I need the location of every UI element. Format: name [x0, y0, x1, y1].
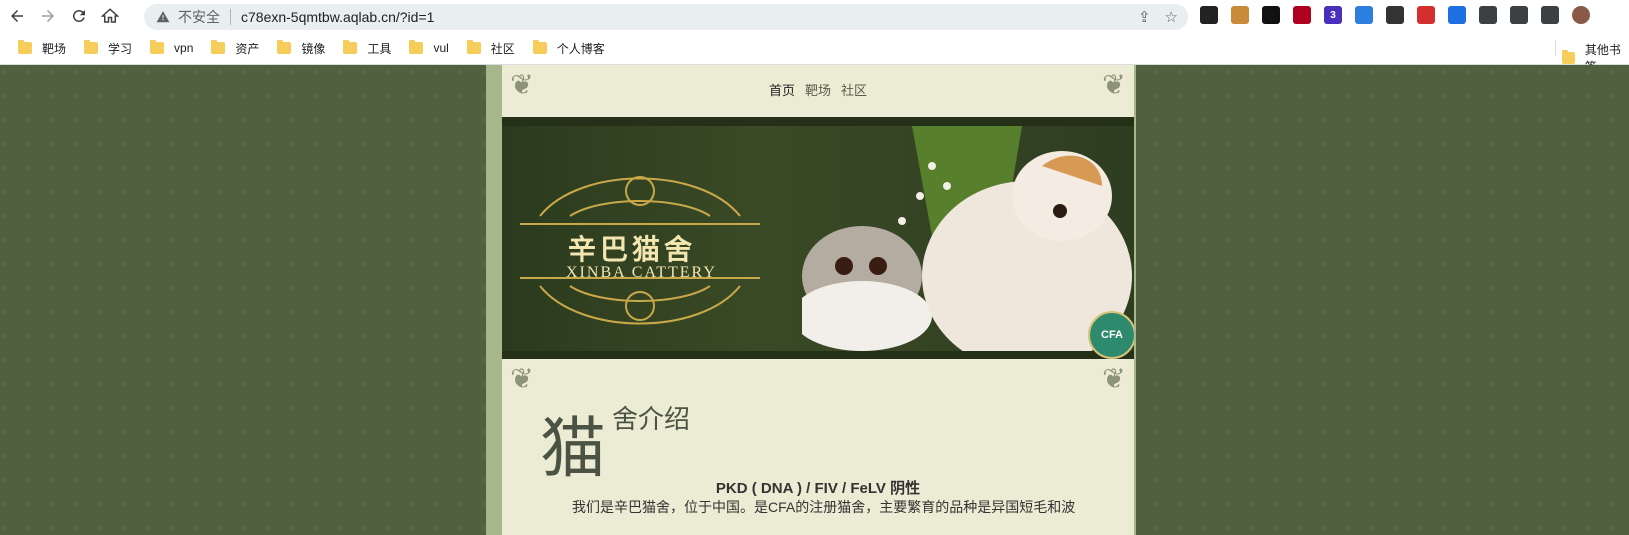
bookmark-item[interactable]: 镜像 [277, 40, 325, 57]
hex-icon[interactable] [1448, 6, 1466, 24]
cookie-icon[interactable] [1231, 6, 1249, 24]
site-nav: 首页 靶场 社区 [502, 80, 1134, 99]
folder-icon [343, 40, 358, 54]
intro-paragraph: 我们是辛巴猫舍，位于中国。是CFA的注册猫舍，主要繁育的品种是异国短毛和波 [572, 499, 1076, 515]
bookmark-label: 镜像 [301, 41, 326, 56]
reload-icon [72, 9, 85, 22]
bookmark-star-icon[interactable]: ☆ [1165, 8, 1178, 26]
eye-icon[interactable] [1355, 6, 1373, 24]
folder-icon [1562, 50, 1575, 64]
home-icon [101, 8, 119, 23]
bookmark-label: 靶场 [42, 41, 67, 56]
content-panel: ❦ ❦ 首页 靶场 社区 辛巴猫舍 XINBA CATTERY CFA ❦ ❦ … [502, 65, 1134, 535]
divider [1555, 40, 1556, 56]
share-icon[interactable]: ⇪ [1138, 8, 1151, 26]
ring-icon[interactable] [1262, 6, 1280, 24]
bookmark-item[interactable]: 资产 [211, 40, 259, 57]
ornament-corner-icon: ❦ [1102, 363, 1126, 394]
folder-icon [466, 40, 481, 54]
panda-icon[interactable] [1386, 6, 1404, 24]
bookmark-label: 社区 [490, 41, 515, 56]
cube-icon[interactable]: 3 [1324, 6, 1342, 24]
bookmark-item[interactable]: vul [409, 40, 449, 57]
main-content: ❦ ❦ 猫 舍介绍 PKD ( DNA ) / FIV / FeLV 阴性 我们… [502, 359, 1134, 535]
address-bar[interactable]: 不安全 c78exn-5qmtbw.aqlab.cn/?id=1 ⇪ ☆ [144, 4, 1188, 30]
nav-link[interactable]: 首页 [769, 83, 795, 98]
folder-icon [409, 40, 424, 54]
extension-badge: 3 [1330, 9, 1336, 21]
url-text[interactable]: c78exn-5qmtbw.aqlab.cn/?id=1 [241, 9, 434, 25]
bookmark-label: vul [433, 41, 449, 55]
home-button[interactable] [96, 2, 124, 30]
hat-icon[interactable] [1200, 6, 1218, 24]
folder-icon [532, 40, 547, 54]
back-button[interactable] [3, 2, 31, 30]
bookmark-item[interactable]: 靶场 [18, 40, 66, 57]
bookmark-label: vpn [174, 41, 194, 55]
bookmark-item[interactable]: 社区 [466, 40, 515, 57]
bookmark-label: 学习 [108, 41, 133, 56]
sidepanel-icon[interactable] [1541, 6, 1559, 24]
section-heading: 舍介绍 [612, 405, 691, 435]
warning-icon [156, 11, 170, 23]
banner-title-en: XINBA CATTERY [566, 264, 717, 281]
list-icon[interactable] [1510, 6, 1528, 24]
cfa-logo: CFA [1088, 311, 1134, 359]
ornament-corner-icon: ❦ [510, 363, 534, 394]
extensions-bar: 3 [1200, 6, 1590, 24]
bookmark-item[interactable]: vpn [150, 40, 193, 57]
folder-icon [211, 40, 226, 54]
bookmark-label: 个人博客 [556, 41, 605, 56]
bookmark-item[interactable]: 工具 [343, 40, 391, 57]
cats-photo [802, 126, 1132, 351]
forward-button[interactable] [34, 2, 62, 30]
back-arrow-icon [11, 10, 23, 22]
divider [230, 9, 231, 25]
browser-toolbar: 不安全 c78exn-5qmtbw.aqlab.cn/?id=1 ⇪ ☆ 3 [0, 0, 1629, 32]
folder-icon [277, 40, 292, 54]
bookmark-label: 资产 [235, 41, 260, 56]
cfa-logo-text: CFA [1101, 329, 1123, 341]
glasses-icon[interactable] [1293, 6, 1311, 24]
bookmark-item[interactable]: 学习 [84, 40, 132, 57]
folder-icon [84, 40, 99, 54]
nav-link[interactable]: 社区 [841, 83, 867, 98]
x-icon[interactable] [1417, 6, 1435, 24]
banner-image: 辛巴猫舍 XINBA CATTERY CFA [502, 126, 1134, 359]
folder-icon [18, 40, 32, 54]
bookmark-label: 工具 [367, 41, 392, 56]
nav-link[interactable]: 靶场 [805, 83, 831, 98]
folder-icon [150, 40, 165, 54]
health-test-line: PKD ( DNA ) / FIV / FeLV 阴性 [715, 480, 921, 497]
security-label[interactable]: 不安全 [178, 7, 220, 27]
bookmarks-bar: 靶场学习vpn资产镜像工具vul社区个人博客 其他书签 [0, 32, 1629, 74]
bookmark-item[interactable]: 个人博客 [532, 40, 605, 57]
page-background: ❦ ❦ 首页 靶场 社区 辛巴猫舍 XINBA CATTERY CFA ❦ ❦ … [0, 65, 1629, 535]
profile-avatar[interactable] [1572, 6, 1590, 24]
reload-button[interactable] [65, 2, 93, 30]
forward-arrow-icon [42, 10, 54, 22]
banner-title-cn: 辛巴猫舍 [568, 233, 697, 266]
header-banner: 辛巴猫舍 XINBA CATTERY CFA [502, 117, 1134, 359]
puzzle-icon[interactable] [1479, 6, 1497, 24]
